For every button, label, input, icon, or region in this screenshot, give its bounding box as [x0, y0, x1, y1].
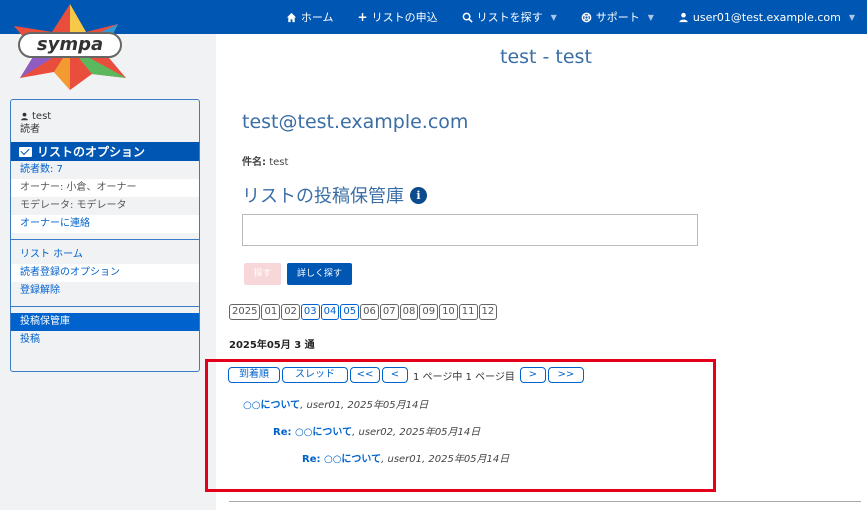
- next-page-button[interactable]: >: [519, 367, 546, 383]
- subject-value: test: [269, 157, 289, 168]
- month-button[interactable]: 11: [458, 304, 478, 320]
- nav-user-label: user01@test.example.com: [692, 10, 841, 24]
- month-button[interactable]: 09: [419, 304, 439, 320]
- lifebuoy-icon: [581, 12, 592, 22]
- message-re-prefix[interactable]: Re:: [302, 454, 324, 465]
- logo-wordmark: sympa: [18, 32, 122, 58]
- caret-down-icon: ▼: [550, 12, 557, 22]
- sidebar-subscription-options[interactable]: 読者登録のオプション: [11, 264, 199, 282]
- pagination: 到着順 スレッド << < 1 ページ中 1 ページ目 > >>: [228, 367, 584, 383]
- caret-down-icon: ▼: [848, 12, 855, 22]
- page-title: test - test: [500, 46, 592, 68]
- archive-heading: リストの投稿保管庫 i: [242, 182, 427, 208]
- month-button[interactable]: 07: [379, 304, 399, 320]
- month-selector: 2025 01 02 03 04 05 06 07 08 09 10 11 12: [229, 304, 498, 320]
- message-meta: , user01, 2025年05月14日: [300, 400, 429, 411]
- search-button[interactable]: 探す: [244, 263, 281, 285]
- month-button[interactable]: 04: [320, 304, 340, 320]
- month-button[interactable]: 10: [439, 304, 458, 320]
- sidebar-list-home[interactable]: リスト ホーム: [11, 246, 199, 264]
- message-re-prefix[interactable]: Re:: [273, 427, 295, 438]
- year-button[interactable]: 2025: [229, 304, 261, 320]
- nav-find-label: リストを探す: [476, 11, 543, 24]
- user-box: test 読者: [11, 100, 199, 142]
- home-icon: [286, 12, 296, 22]
- list-options-title: リストのオプション: [37, 145, 146, 159]
- sidebar-owners: オーナー: 小倉、オーナー: [11, 179, 199, 197]
- archive-period: 2025年05月 3 通: [229, 340, 315, 351]
- sympa-logo[interactable]: sympa: [8, 2, 132, 92]
- list-options-header: リストのオプション: [11, 142, 199, 161]
- section-divider: [229, 501, 861, 502]
- page-info: 1 ページ中 1 ページ目: [413, 371, 515, 383]
- envelope-icon: [19, 146, 32, 157]
- advanced-search-button[interactable]: 詳しく探す: [287, 263, 352, 285]
- first-page-button[interactable]: <<: [350, 367, 380, 383]
- nav-request[interactable]: + リストの申込: [346, 9, 450, 25]
- message-row: Re: ○○について, user02, 2025年05月14日: [273, 423, 480, 438]
- nav-request-label: リストの申込: [371, 11, 438, 24]
- message-meta: , user02, 2025年05月14日: [352, 427, 481, 438]
- month-button[interactable]: 05: [340, 304, 360, 320]
- nav-user[interactable]: user01@test.example.com ▼: [666, 11, 867, 24]
- info-icon[interactable]: i: [410, 186, 427, 204]
- plus-icon: +: [357, 10, 368, 24]
- list-subject: 件名: test: [242, 153, 288, 168]
- user-name: test: [32, 111, 52, 122]
- sort-by-date-button[interactable]: 到着順: [228, 367, 280, 383]
- month-button[interactable]: 03: [300, 304, 320, 320]
- nav-support-label: サポート: [595, 11, 640, 24]
- month-button[interactable]: 01: [261, 304, 281, 320]
- subject-label: 件名:: [242, 157, 266, 168]
- message-subject-link[interactable]: ○○について: [295, 427, 352, 438]
- list-email: test@test.example.com: [242, 111, 469, 133]
- search-icon: [462, 12, 473, 23]
- nav-home[interactable]: ホーム: [274, 9, 346, 25]
- message-subject-link[interactable]: ○○について: [324, 454, 381, 465]
- archive-search-input[interactable]: [242, 214, 698, 246]
- message-subject-link[interactable]: ○○について: [243, 400, 300, 411]
- list-panel: test 読者 リストのオプション 読者数: 7 オーナー: 小倉、オーナー モ…: [10, 99, 200, 372]
- last-page-button[interactable]: >>: [547, 367, 584, 383]
- archive-title: リストの投稿保管庫: [242, 186, 404, 207]
- sidebar-subscriber-count[interactable]: 読者数: 7: [11, 161, 199, 179]
- sort-by-thread-button[interactable]: スレッド: [282, 367, 348, 383]
- user-icon: [679, 12, 688, 22]
- sidebar-archives[interactable]: 投稿保管庫: [11, 313, 199, 331]
- sidebar-unsubscribe[interactable]: 登録解除: [11, 282, 199, 300]
- nav-find[interactable]: リストを探す ▼: [450, 9, 569, 25]
- user-role: 読者: [20, 124, 40, 135]
- month-button[interactable]: 12: [478, 304, 498, 320]
- message-row: Re: ○○について, user01, 2025年05月14日: [302, 450, 509, 465]
- caret-down-icon: ▼: [647, 12, 654, 22]
- nav-home-label: ホーム: [300, 11, 334, 24]
- month-button[interactable]: 08: [399, 304, 419, 320]
- sidebar-moderators: モデレータ: モデレータ: [20, 200, 127, 211]
- message-row: ○○について, user01, 2025年05月14日: [243, 396, 428, 411]
- month-button[interactable]: 02: [281, 304, 300, 320]
- message-meta: , user01, 2025年05月14日: [381, 454, 510, 465]
- main-nav: ホーム + リストの申込 リストを探す ▼ サポート ▼ user01@test…: [274, 0, 867, 34]
- user-icon: [21, 112, 28, 121]
- prev-page-button[interactable]: <: [382, 367, 408, 383]
- sidebar-post[interactable]: 投稿: [11, 331, 199, 349]
- nav-support[interactable]: サポート ▼: [569, 9, 666, 25]
- month-button[interactable]: 06: [360, 304, 379, 320]
- sidebar-contact-owners[interactable]: オーナーに連絡: [11, 215, 199, 233]
